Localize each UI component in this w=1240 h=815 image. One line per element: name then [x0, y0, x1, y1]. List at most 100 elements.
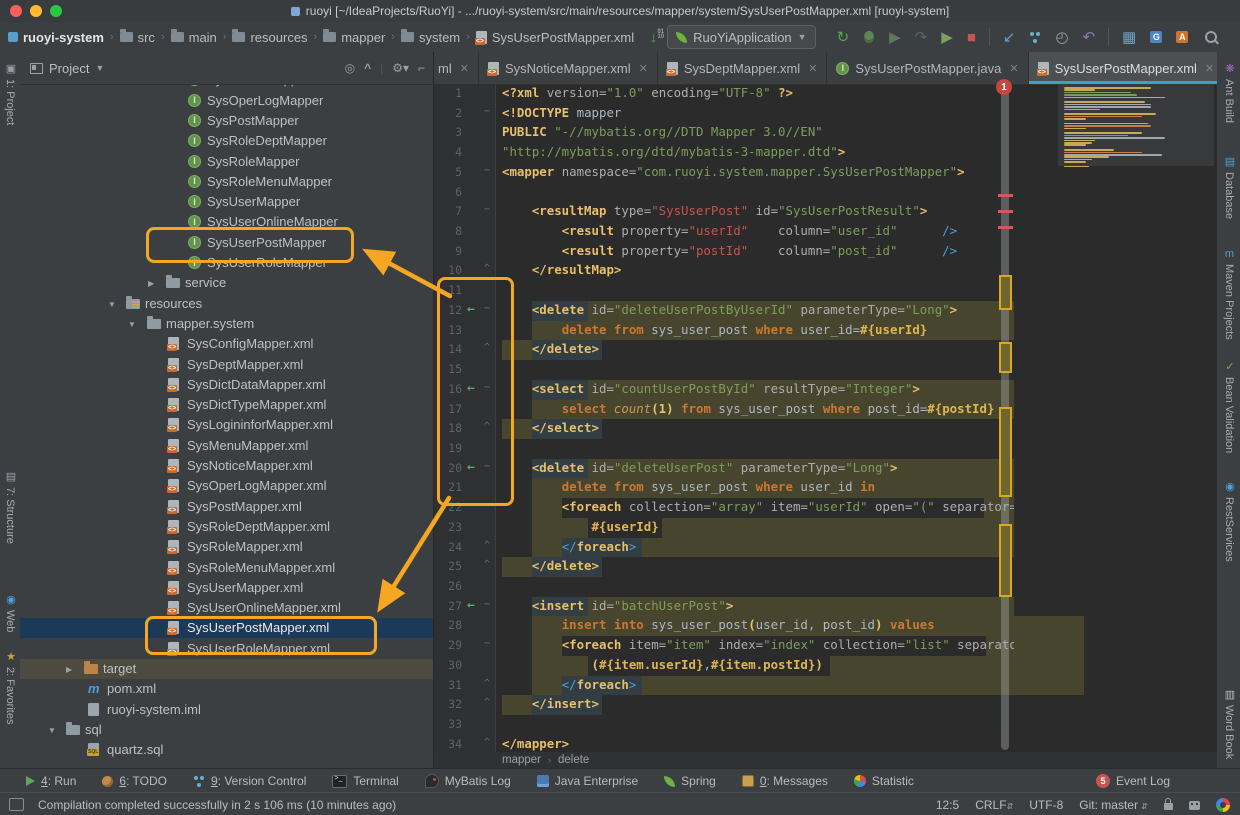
breadcrumb-item-mapper[interactable]: mapper [321, 30, 387, 45]
change-stripe-mark[interactable] [999, 524, 1012, 597]
debug-icon[interactable] [864, 31, 874, 43]
code-line-27[interactable]: 27←− <insert id="batchUserPost"> [434, 597, 1217, 617]
expanded-arrow-icon[interactable]: ▼ [128, 320, 136, 329]
tree-item-SysDictDataMapper.xml[interactable]: SysDictDataMapper.xml [20, 375, 433, 395]
mybatis-navigate-icon[interactable]: ← [467, 381, 475, 396]
git-branch[interactable]: Git: master ⇵ [1079, 798, 1148, 812]
toolwindow-button-Terminal[interactable]: Terminal [332, 774, 398, 788]
tree-item-SysPostMapper.xml[interactable]: SysPostMapper.xml [20, 497, 433, 517]
collapse-all-icon[interactable]: ^ [364, 61, 371, 75]
line-separator[interactable]: CRLF⇵ [975, 798, 1013, 812]
tree-item-pom.xml[interactable]: mpom.xml [20, 679, 433, 699]
close-icon[interactable]: ✕ [460, 62, 469, 75]
code-line-12[interactable]: 12←− <delete id="deleteUserPostByUserId"… [434, 301, 1217, 321]
tool-window-toggle-icon[interactable] [9, 798, 24, 811]
tree-item-SysUserRoleMapper.xml[interactable]: SysUserRoleMapper.xml [20, 639, 433, 659]
close-icon[interactable]: ✕ [808, 62, 817, 75]
file-encoding[interactable]: UTF-8 [1029, 798, 1063, 812]
translate-orange-icon[interactable]: A [1176, 31, 1188, 43]
code-line-32[interactable]: 32^ </insert> [434, 695, 1217, 715]
breadcrumb-item-src[interactable]: src [118, 30, 157, 45]
tree-item-SysOperLogMapper[interactable]: ISysOperLogMapper [20, 91, 433, 111]
toolwindow-button-Run[interactable]: 4: Run [26, 774, 76, 788]
fold-marker-icon[interactable]: − [484, 638, 490, 649]
fold-marker-icon[interactable]: − [484, 106, 490, 117]
close-icon[interactable]: ✕ [1009, 62, 1018, 75]
tree-item-SysDictTypeMapper.xml[interactable]: SysDictTypeMapper.xml [20, 395, 433, 415]
tree-item-SysUserPostMapper[interactable]: ISysUserPostMapper [20, 233, 433, 253]
fold-marker-icon[interactable]: − [484, 165, 490, 176]
tree-item-SysUserOnlineMapper.xml[interactable]: SysUserOnlineMapper.xml [20, 598, 433, 618]
tab-SysDeptMapper.xml[interactable]: SysDeptMapper.xml✕ [658, 52, 828, 84]
close-icon[interactable]: ✕ [1205, 62, 1214, 75]
code-line-14[interactable]: 14^ </delete> [434, 340, 1217, 360]
fold-marker-icon[interactable]: ^ [484, 263, 490, 274]
code-editor[interactable]: 1<?xml version="1.0" encoding="UTF-8" ?>… [434, 84, 1217, 756]
tree-item-SysRoleDeptMapper[interactable]: ISysRoleDeptMapper [20, 131, 433, 151]
error-stripe-mark[interactable] [998, 210, 1013, 213]
code-line-16[interactable]: 16←− <select id="countUserPostById" resu… [434, 380, 1217, 400]
mybatis-navigate-icon[interactable]: ← [467, 460, 475, 475]
tree-item-SysDeptMapper.xml[interactable]: SysDeptMapper.xml [20, 355, 433, 375]
tree-item-SysUserPostMapper.xml[interactable]: SysUserPostMapper.xml [20, 618, 433, 638]
profiler-icon[interactable]: ▶ [941, 30, 953, 45]
fold-marker-icon[interactable]: − [484, 382, 490, 393]
tree-item-SysUserMapper[interactable]: ISysUserMapper [20, 192, 433, 212]
code-line-8[interactable]: 8 <result property="userId" column="user… [434, 222, 1217, 242]
code-line-24[interactable]: 24^ </foreach> [434, 538, 1217, 558]
tree-item-resources[interactable]: ▼resources [20, 294, 433, 314]
stripe-button-Maven Projects[interactable]: mMaven Projects [1217, 248, 1240, 340]
stripe-button-Database[interactable]: ▤Database [1217, 155, 1240, 219]
caret-position[interactable]: 12:5 [936, 798, 959, 812]
stop-icon[interactable]: ■ [967, 30, 976, 45]
fold-marker-icon[interactable]: − [484, 500, 490, 511]
breadcrumb-delete[interactable]: delete [558, 754, 589, 766]
code-line-30[interactable]: 30 (#{item.userId},#{item.postId}) [434, 656, 1217, 676]
collapsed-arrow-icon[interactable]: ▶ [148, 279, 154, 288]
mybatis-navigate-icon[interactable]: ← [467, 598, 475, 613]
fold-marker-icon[interactable]: ^ [484, 697, 490, 708]
tree-item-ruoyi-system.iml[interactable]: ruoyi-system.iml [20, 700, 433, 720]
coverage-icon[interactable]: ↷ [915, 30, 928, 45]
tree-item-quartz.sql[interactable]: quartz.sql [20, 740, 433, 760]
tab-SysUserPostMapper.xml[interactable]: SysUserPostMapper.xml✕ [1029, 52, 1217, 84]
fold-marker-icon[interactable]: ^ [484, 540, 490, 551]
tree-item-SysUserMapper.xml[interactable]: SysUserMapper.xml [20, 578, 433, 598]
expanded-arrow-icon[interactable]: ▼ [48, 726, 56, 735]
collapsed-arrow-icon[interactable]: ▶ [66, 665, 72, 674]
download-sources-icon[interactable]: ↓0110 [650, 29, 657, 45]
tree-item-SysNoticeMapper.xml[interactable]: SysNoticeMapper.xml [20, 456, 433, 476]
fold-marker-icon[interactable]: ^ [484, 421, 490, 432]
code-line-10[interactable]: 10^ </resultMap> [434, 261, 1217, 281]
stripe-button-Bean Validation[interactable]: ✓Bean Validation [1217, 360, 1240, 453]
code-line-33[interactable]: 33 [434, 715, 1217, 735]
build-project-icon[interactable]: ↻ [837, 30, 850, 45]
fold-marker-icon[interactable]: − [484, 599, 490, 610]
settings-gear-icon[interactable]: ⚙▾ [392, 61, 409, 75]
change-stripe-mark[interactable] [999, 407, 1012, 497]
breadcrumb-item-resources[interactable]: resources [230, 30, 309, 45]
code-line-6[interactable]: 6 [434, 183, 1217, 203]
code-line-19[interactable]: 19 [434, 439, 1217, 459]
tree-item-SysOperLogMapper.xml[interactable]: SysOperLogMapper.xml [20, 476, 433, 496]
tree-item-SysUserOnlineMapper[interactable]: ISysUserOnlineMapper [20, 212, 433, 232]
tree-item-SysRoleMenuMapper.xml[interactable]: SysRoleMenuMapper.xml [20, 558, 433, 578]
lock-icon[interactable] [1164, 803, 1173, 810]
stripe-button-Web[interactable]: ◉Web [0, 593, 20, 632]
tree-item-SysRoleMapper[interactable]: ISysRoleMapper [20, 152, 433, 172]
toolwindow-button-MyBatis Log[interactable]: MyBatis Log [425, 774, 511, 788]
toolwindow-button-Java Enterprise[interactable]: Java Enterprise [537, 774, 638, 788]
code-line-9[interactable]: 9 <result property="postId" column="post… [434, 242, 1217, 262]
fold-marker-icon[interactable]: ^ [484, 678, 490, 689]
code-line-20[interactable]: 20←− <delete id="deleteUserPost" paramet… [434, 459, 1217, 479]
code-line-22[interactable]: 22− <foreach collection="array" item="us… [434, 498, 1217, 518]
search-everywhere-icon[interactable] [1205, 31, 1217, 43]
project-view-select[interactable]: Project ▼ [30, 61, 104, 76]
tree-item-SysRoleDeptMapper.xml[interactable]: SysRoleDeptMapper.xml [20, 517, 433, 537]
stripe-button-1: Project[interactable]: ▣1: Project [0, 62, 20, 125]
breadcrumb-item-ruoyi-system[interactable]: ruoyi-system [6, 30, 106, 45]
run-icon[interactable]: ▶ [889, 30, 901, 45]
breadcrumb-item-system[interactable]: system [399, 30, 462, 45]
mybatis-navigate-icon[interactable]: ← [467, 302, 475, 317]
fold-marker-icon[interactable]: ^ [484, 559, 490, 570]
